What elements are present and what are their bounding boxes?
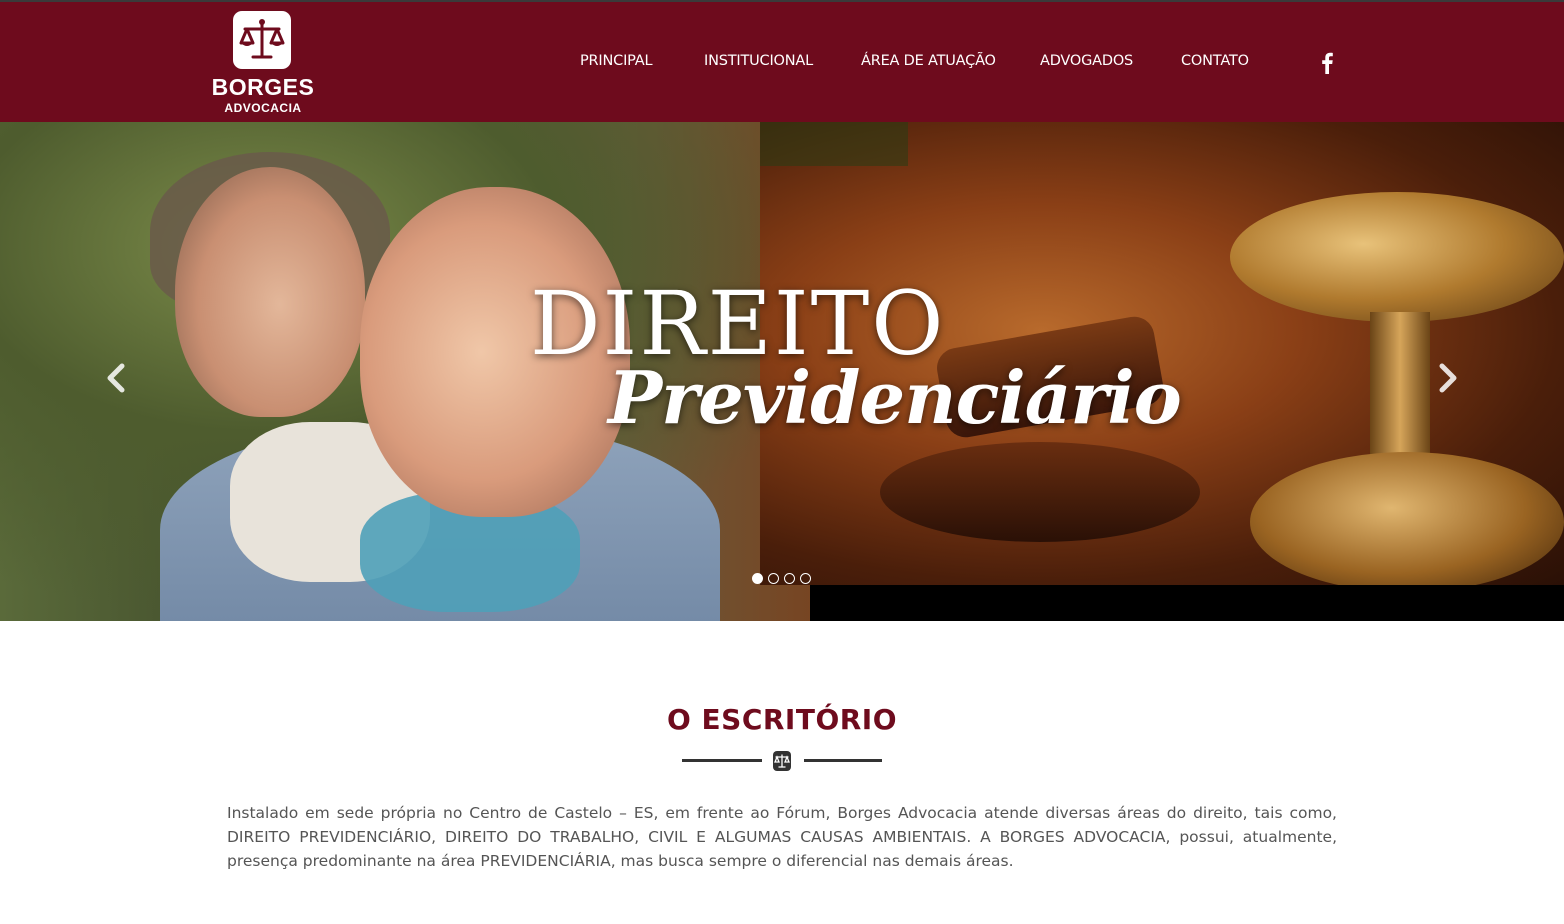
nav-item-principal[interactable]: PRINCIPAL — [580, 53, 653, 69]
nav-item-institucional[interactable]: INSTITUCIONAL — [704, 53, 813, 69]
section-title: O ESCRITÓRIO — [666, 703, 898, 736]
hero-carousel: DIREITO Previdenciário — [0, 122, 1564, 621]
nav-item-contato[interactable]: CONTATO — [1181, 53, 1249, 69]
carousel-dot-1[interactable] — [752, 573, 763, 584]
gavel-base-image — [880, 442, 1200, 542]
divider-line-left — [682, 759, 762, 762]
section-body: Instalado em sede própria no Centro de C… — [227, 804, 1337, 870]
divider-line-right — [804, 759, 882, 762]
hero-subtitle: Previdenciário — [608, 355, 1182, 440]
brand-name: BORGES — [211, 74, 315, 100]
chevron-left-icon[interactable] — [102, 358, 130, 398]
carousel-dot-3[interactable] — [784, 573, 795, 584]
nav-item-area-de-atuacao[interactable]: ÁREA DE ATUAÇÃO — [861, 53, 996, 69]
hero-bottom-bar — [810, 585, 1564, 621]
nav-item-advogados[interactable]: ADVOGADOS — [1040, 53, 1133, 69]
facebook-icon[interactable] — [1319, 52, 1335, 74]
carousel-dot-2[interactable] — [768, 573, 779, 584]
chevron-right-icon[interactable] — [1434, 358, 1462, 398]
carousel-dot-4[interactable] — [800, 573, 811, 584]
couple-photo-woman — [175, 167, 365, 417]
hero-overlay-box — [760, 122, 908, 166]
brand-tagline: ADVOCACIA — [224, 101, 302, 115]
scale-pan-image — [1230, 192, 1564, 322]
scales-icon — [772, 750, 792, 772]
scale-base-image — [1250, 452, 1564, 592]
